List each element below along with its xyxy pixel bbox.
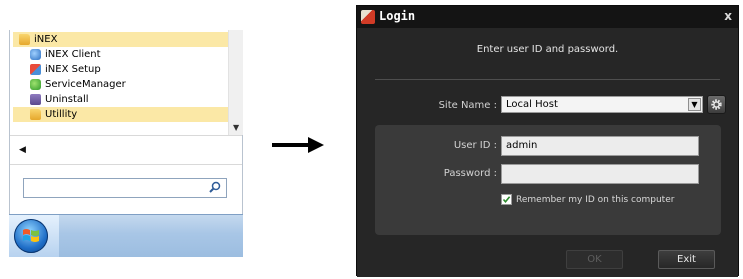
dialog-body: Enter user ID and password. Site Name : …	[357, 28, 738, 277]
menu-item-label: iNEX	[34, 34, 58, 45]
checkmark-icon	[502, 196, 511, 204]
password-field[interactable]	[501, 164, 699, 184]
remember-id-option[interactable]: Remember my ID on this computer	[501, 194, 674, 205]
start-menu: iNEX iNEX Client iNEX Setup ServiceManag…	[9, 30, 243, 235]
user-id-label: User ID :	[453, 140, 497, 151]
login-dialog: Login x Enter user ID and password. Site…	[356, 5, 739, 277]
menu-scrollbar[interactable]	[228, 30, 243, 135]
back-button[interactable]: ◀	[10, 135, 242, 165]
menu-item-service-manager[interactable]: ServiceManager	[13, 77, 228, 92]
instruction-text: Enter user ID and password.	[476, 44, 619, 55]
remember-id-label: Remember my ID on this computer	[516, 194, 675, 205]
password-label: Password :	[443, 168, 497, 179]
menu-item-label: Utillity	[45, 109, 78, 120]
uninstall-icon	[30, 94, 41, 105]
start-button[interactable]	[9, 215, 59, 257]
menu-item-label: iNEX Client	[45, 49, 101, 60]
service-manager-icon	[30, 79, 41, 90]
search-input[interactable]	[23, 178, 227, 198]
menu-item-utility-folder[interactable]: Utillity	[13, 107, 228, 122]
menu-item-inex-folder[interactable]: iNEX	[13, 32, 228, 47]
folder-icon	[30, 109, 41, 120]
program-list: iNEX iNEX Client iNEX Setup ServiceManag…	[13, 32, 228, 122]
app-icon	[361, 10, 375, 24]
menu-item-label: ServiceManager	[45, 79, 126, 90]
right-arrow-icon	[272, 137, 324, 153]
user-id-field[interactable]: admin	[501, 136, 699, 156]
search-icon[interactable]	[209, 181, 221, 193]
exit-button[interactable]: Exit	[658, 250, 715, 269]
back-arrow-icon: ◀	[19, 145, 26, 155]
site-name-label: Site Name :	[438, 100, 497, 111]
ok-button[interactable]: OK	[566, 250, 623, 269]
windows-start-icon	[14, 219, 48, 253]
gear-icon	[711, 99, 722, 110]
taskbar	[9, 214, 243, 257]
divider	[375, 79, 720, 80]
site-name-select[interactable]: Local Host ▼	[501, 96, 703, 113]
folder-icon	[19, 34, 30, 45]
site-settings-button[interactable]	[707, 95, 726, 114]
chevron-down-icon[interactable]: ▼	[688, 98, 701, 111]
title-bar[interactable]: Login x	[357, 6, 738, 28]
menu-item-label: iNEX Setup	[45, 64, 101, 75]
menu-item-uninstall[interactable]: Uninstall	[13, 92, 228, 107]
menu-item-label: Uninstall	[45, 94, 89, 105]
scroll-down-icon[interactable]: ▼	[233, 123, 239, 132]
close-icon[interactable]: x	[724, 9, 732, 23]
menu-item-inex-client[interactable]: iNEX Client	[13, 47, 228, 62]
inex-client-icon	[30, 49, 41, 60]
dialog-title: Login	[379, 9, 416, 23]
inex-setup-icon	[30, 64, 41, 75]
remember-id-checkbox[interactable]	[501, 194, 512, 205]
site-name-value: Local Host	[506, 99, 558, 110]
menu-item-inex-setup[interactable]: iNEX Setup	[13, 62, 228, 77]
credentials-panel: User ID : admin Password : Remember my I…	[375, 125, 721, 235]
